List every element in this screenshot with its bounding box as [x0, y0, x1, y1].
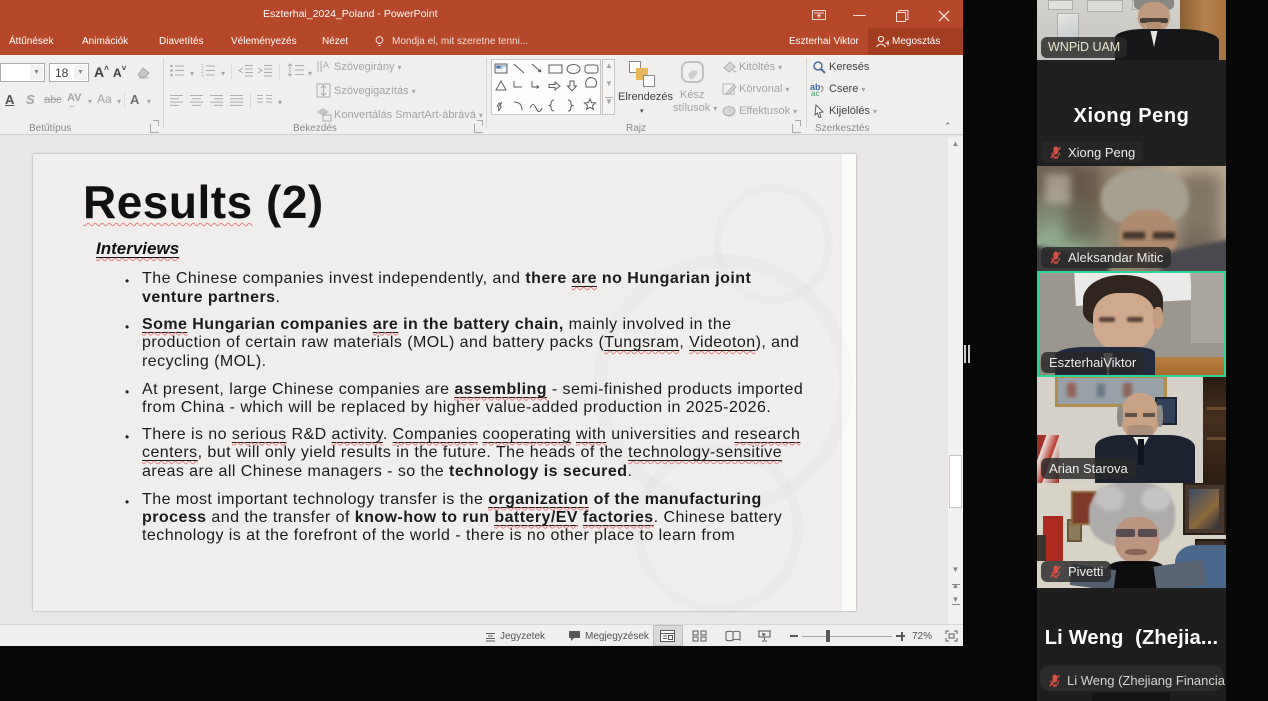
svg-text:ac: ac — [811, 89, 819, 96]
svg-text:A: A — [323, 60, 329, 70]
svg-text:3: 3 — [201, 74, 204, 78]
